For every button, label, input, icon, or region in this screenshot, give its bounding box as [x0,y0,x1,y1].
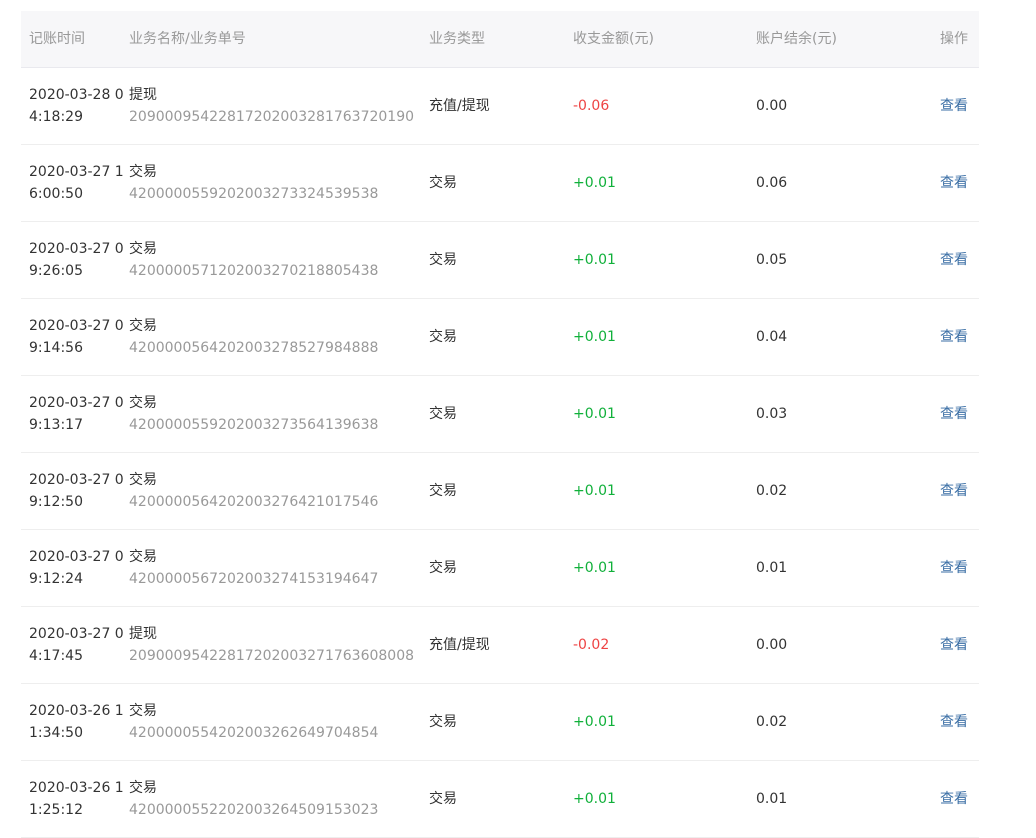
amount-value: +0.01 [573,329,616,345]
amount-value: -0.06 [573,98,610,114]
table-header: 记账时间 业务名称/业务单号 业务类型 收支金额(元) 账户结余(元) 操作 [21,11,979,68]
business-info: 交易 4200000554202003262649704854 [129,700,378,744]
balance-value: 0.00 [756,637,788,653]
business-name: 交易 [129,241,157,257]
table-row: 2020-03-27 09:14:56 交易 4200000564202003278… [21,299,979,376]
header-action: 操作 [940,31,968,47]
table-row: 2020-03-26 11:25:12 交易 4200000552202003264… [21,761,979,838]
balance-value: 0.02 [756,483,788,499]
table-row: 2020-03-27 09:12:24 交易 4200000567202003274… [21,530,979,607]
business-name: 提现 [129,87,157,103]
business-number: 4200000564202003278527984888 [129,340,379,356]
view-link[interactable]: 查看 [940,761,968,837]
business-info: 交易 4200000571202003270218805438 [129,238,378,282]
amount-value: +0.01 [573,560,616,576]
view-link[interactable]: 查看 [940,68,968,144]
business-name: 交易 [129,780,157,796]
business-number: 4200000567202003274153194647 [129,571,379,587]
table-row: 2020-03-27 09:12:50 交易 4200000564202003276… [21,453,979,530]
business-type: 充值/提现 [429,637,490,653]
balance-value: 0.03 [756,406,788,422]
record-time: 2020-03-27 04:17:45 [29,626,124,664]
record-time: 2020-03-28 04:18:29 [29,87,124,125]
amount-value: -0.02 [573,637,610,653]
balance-value: 0.01 [756,560,788,576]
record-time: 2020-03-27 09:26:05 [29,241,124,279]
table-row: 2020-03-27 04:17:45 提现 2090009542281720200… [21,607,979,684]
business-number: 4200000571202003270218805438 [129,263,379,279]
view-link[interactable]: 查看 [940,299,968,375]
amount-value: +0.01 [573,406,616,422]
amount-value: +0.01 [573,791,616,807]
header-balance: 账户结余(元) [756,31,837,47]
balance-value: 0.06 [756,175,788,191]
record-time: 2020-03-27 09:12:24 [29,549,124,587]
business-info: 交易 4200000567202003274153194647 [129,546,378,590]
amount-value: +0.01 [573,175,616,191]
business-name: 交易 [129,395,157,411]
header-time: 记账时间 [29,31,85,47]
balance-value: 0.02 [756,714,788,730]
balance-value: 0.04 [756,329,788,345]
business-type: 交易 [429,791,457,807]
business-name: 提现 [129,626,157,642]
business-number: 4200000564202003276421017546 [129,494,379,510]
table-body: 2020-03-28 04:18:29 提现 2090009542281720200… [21,68,979,838]
business-name: 交易 [129,703,157,719]
amount-value: +0.01 [573,483,616,499]
business-number: 4200000552202003264509153023 [129,802,379,818]
header-type: 业务类型 [429,31,485,47]
record-time: 2020-03-27 09:14:56 [29,318,124,356]
business-info: 交易 4200000552202003264509153023 [129,777,378,821]
amount-value: +0.01 [573,252,616,268]
record-time: 2020-03-26 11:25:12 [29,780,124,818]
business-number: 4200000554202003262649704854 [129,725,379,741]
business-type: 交易 [429,560,457,576]
business-number: 20900095422817202003271763608008 [129,648,415,664]
balance-value: 0.01 [756,791,788,807]
business-name: 交易 [129,318,157,334]
business-name: 交易 [129,549,157,565]
business-info: 交易 4200000564202003278527984888 [129,315,378,359]
balance-value: 0.05 [756,252,788,268]
business-info: 交易 4200000559202003273324539538 [129,161,378,205]
record-time: 2020-03-27 09:13:17 [29,395,124,433]
business-type: 交易 [429,175,457,191]
transaction-table: 记账时间 业务名称/业务单号 业务类型 收支金额(元) 账户结余(元) 操作 2… [21,11,979,838]
view-link[interactable]: 查看 [940,607,968,683]
business-info: 提现 20900095422817202003271763608008 [129,623,414,667]
view-link[interactable]: 查看 [940,145,968,221]
record-time: 2020-03-27 16:00:50 [29,164,124,202]
business-number: 20900095422817202003281763720190 [129,109,415,125]
business-number: 4200000559202003273564139638 [129,417,379,433]
business-number: 4200000559202003273324539538 [129,186,379,202]
business-type: 交易 [429,714,457,730]
business-type: 交易 [429,406,457,422]
header-amount: 收支金额(元) [573,31,654,47]
business-name: 交易 [129,472,157,488]
table-row: 2020-03-27 09:13:17 交易 4200000559202003273… [21,376,979,453]
record-time: 2020-03-27 09:12:50 [29,472,124,510]
view-link[interactable]: 查看 [940,222,968,298]
view-link[interactable]: 查看 [940,376,968,452]
table-row: 2020-03-28 04:18:29 提现 2090009542281720200… [21,68,979,145]
business-info: 交易 4200000564202003276421017546 [129,469,378,513]
header-name: 业务名称/业务单号 [129,31,246,47]
business-type: 交易 [429,329,457,345]
business-type: 交易 [429,483,457,499]
business-info: 提现 20900095422817202003281763720190 [129,84,414,128]
table-row: 2020-03-26 11:34:50 交易 4200000554202003262… [21,684,979,761]
balance-value: 0.00 [756,98,788,114]
amount-value: +0.01 [573,714,616,730]
table-row: 2020-03-27 09:26:05 交易 4200000571202003270… [21,222,979,299]
record-time: 2020-03-26 11:34:50 [29,703,124,741]
business-type: 交易 [429,252,457,268]
view-link[interactable]: 查看 [940,530,968,606]
business-info: 交易 4200000559202003273564139638 [129,392,378,436]
business-type: 充值/提现 [429,98,490,114]
view-link[interactable]: 查看 [940,684,968,760]
table-row: 2020-03-27 16:00:50 交易 4200000559202003273… [21,145,979,222]
business-name: 交易 [129,164,157,180]
view-link[interactable]: 查看 [940,453,968,529]
